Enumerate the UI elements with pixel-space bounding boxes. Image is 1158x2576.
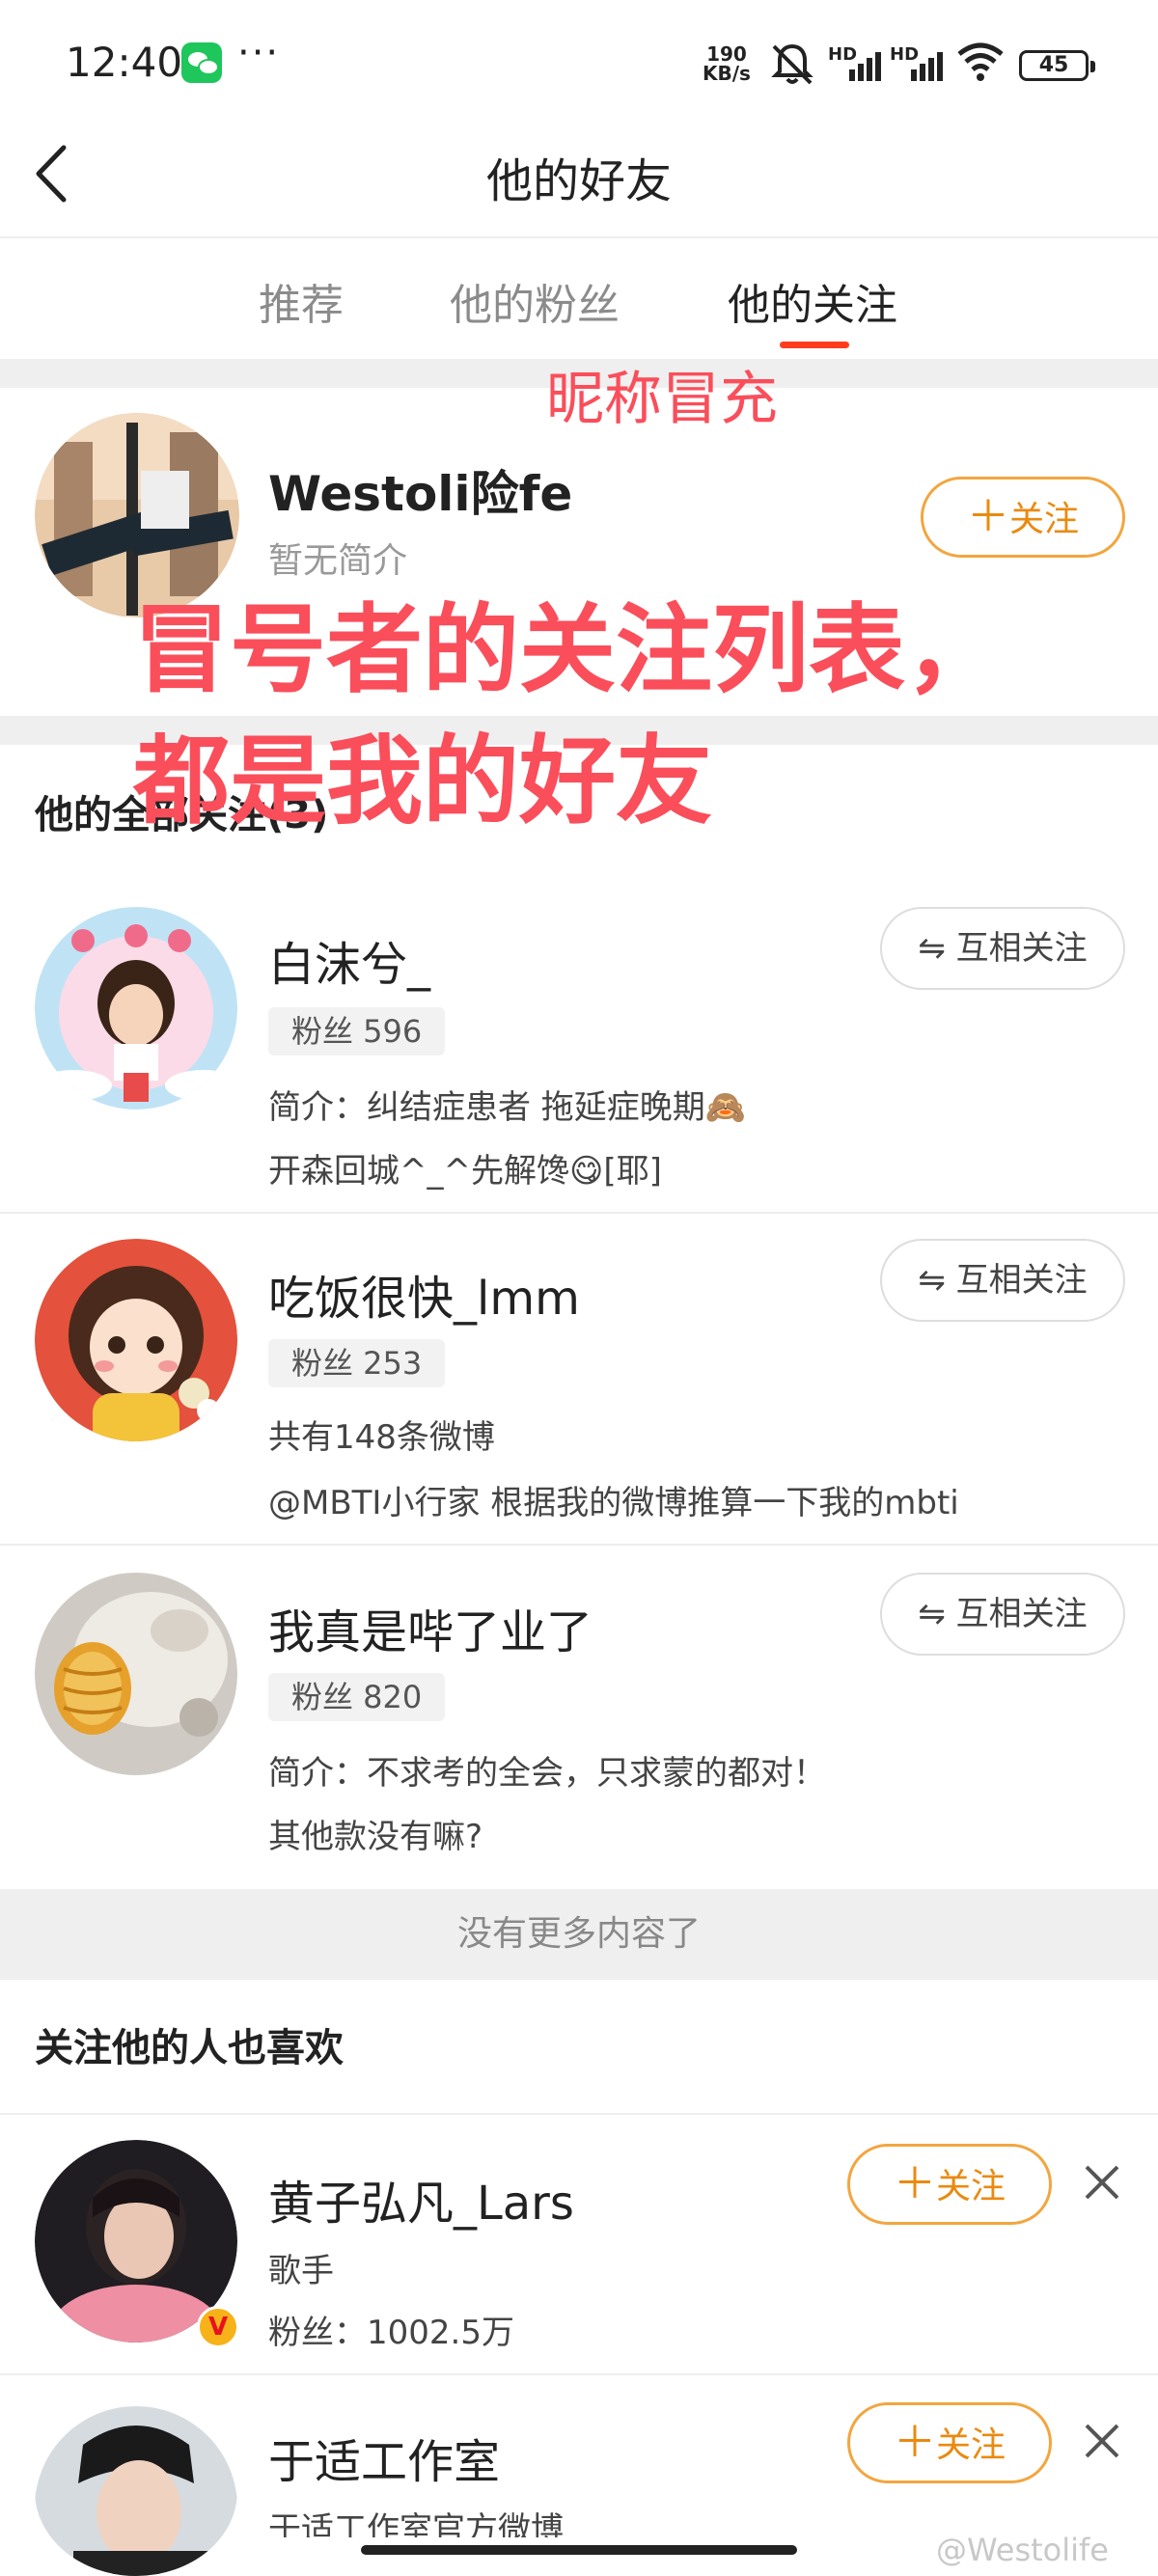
network-speed-value: 190 xyxy=(706,42,747,66)
recommend-follow-button-1[interactable]: ＋关注 xyxy=(847,2144,1052,2225)
user-avatar-2[interactable] xyxy=(35,1239,237,1441)
mutual-follow-button-1[interactable]: ⇋ 互相关注 xyxy=(880,907,1125,990)
mute-bell-icon xyxy=(771,43,813,85)
user-latest-post-2: @MBTI小行家 根据我的微博推算一下我的mbti xyxy=(268,1484,959,1522)
more-notifications-icon: ··· xyxy=(237,31,281,75)
header-divider xyxy=(0,236,1158,238)
list-divider xyxy=(0,1544,1158,1546)
follow-label: 关注 xyxy=(1008,500,1079,539)
dismiss-close-icon[interactable] xyxy=(1081,2161,1123,2204)
mutual-follow-button-3[interactable]: ⇋ 互相关注 xyxy=(880,1573,1125,1656)
user-bio-1: 简介：纠结症患者 拖延症晚期🙈 xyxy=(268,1088,747,1127)
mutual-follow-label: 互相关注 xyxy=(955,929,1088,968)
wechat-notification-icon xyxy=(181,42,222,83)
user-fans-badge-2: 粉丝 253 xyxy=(268,1339,446,1387)
recommend-section-title: 关注他的人也喜欢 xyxy=(35,2026,344,2070)
status-time: 12:40 xyxy=(66,39,183,86)
plus-icon: ＋ xyxy=(966,492,1009,541)
recommend-name-1[interactable]: 黄子弘凡_Lars xyxy=(268,2165,574,2233)
user-avatar-1[interactable] xyxy=(35,907,237,1110)
recommend-desc-2: 于适工作室官方微博 xyxy=(268,2510,564,2537)
user-name-1[interactable]: 白沫兮_ xyxy=(268,926,430,994)
user-fans-badge-1: 粉丝 596 xyxy=(268,1007,446,1055)
signal-strength-icon-2 xyxy=(911,52,943,81)
user-bio-3: 简介：不求考的全会，只求蒙的都对！ xyxy=(268,1754,826,1793)
annotation-line-2: 都是我的好友 xyxy=(133,725,712,837)
user-name-3[interactable]: 我真是哔了业了 xyxy=(268,1594,593,1661)
watermark: @Westolife xyxy=(936,2532,1109,2568)
battery-indicator: 45 xyxy=(1019,50,1095,81)
recommend-fans-1: 粉丝：1002.5万 xyxy=(268,2314,514,2352)
profile-name: Westoli险fe xyxy=(268,466,573,522)
tab-his-following[interactable]: 他的关注 xyxy=(728,270,897,332)
user-status-1: 开森回城^_^先解馋😋[耶] xyxy=(268,1152,662,1191)
annotation-line-1: 冒号者的关注列表， xyxy=(133,593,1002,706)
no-more-content: 没有更多内容了 xyxy=(0,1889,1158,1980)
signal-strength-icon-1 xyxy=(849,52,881,81)
plus-icon: ＋ xyxy=(893,2418,936,2467)
recommend-name-2[interactable]: 于适工作室 xyxy=(268,2424,500,2491)
recommend-avatar-2[interactable] xyxy=(35,2406,237,2576)
list-divider xyxy=(0,1212,1158,1214)
annotation-nickname-impersonation: 昵称冒充 xyxy=(546,366,778,433)
active-tab-indicator xyxy=(780,342,849,348)
user-weibo-count-2: 共有148条微博 xyxy=(268,1418,495,1457)
follow-label: 关注 xyxy=(935,2425,1006,2465)
mutual-follow-label: 互相关注 xyxy=(955,1261,1088,1300)
recommend-follow-button-2[interactable]: ＋关注 xyxy=(847,2402,1052,2483)
user-name-2[interactable]: 吃饭很快_lmm xyxy=(268,1260,580,1328)
home-indicator[interactable] xyxy=(361,2545,797,2555)
network-speed-unit: KB/s xyxy=(703,62,751,85)
recommend-desc-1: 歌手 xyxy=(268,2252,334,2290)
profile-follow-button[interactable]: ＋关注 xyxy=(921,477,1125,558)
user-status-3: 其他款没有嘛? xyxy=(268,1818,483,1856)
user-avatar-3[interactable] xyxy=(35,1573,237,1775)
tab-recommend[interactable]: 推荐 xyxy=(259,270,344,332)
network-speed: 190 KB/s xyxy=(703,44,751,83)
swap-arrows-icon: ⇋ xyxy=(918,929,946,968)
page-title: 他的好友 xyxy=(485,154,672,208)
mutual-follow-label: 互相关注 xyxy=(955,1595,1088,1633)
tab-his-fans[interactable]: 他的粉丝 xyxy=(450,270,620,332)
list-divider xyxy=(0,2113,1158,2115)
user-fans-badge-3: 粉丝 820 xyxy=(268,1673,446,1721)
wifi-icon xyxy=(957,42,1004,81)
swap-arrows-icon: ⇋ xyxy=(918,1261,946,1300)
dismiss-close-icon[interactable] xyxy=(1081,2420,1123,2462)
swap-arrows-icon: ⇋ xyxy=(918,1595,946,1633)
verified-badge-icon: V xyxy=(197,2306,239,2348)
list-divider xyxy=(0,2373,1158,2375)
follow-label: 关注 xyxy=(935,2167,1006,2206)
plus-icon: ＋ xyxy=(893,2159,936,2208)
mutual-follow-button-2[interactable]: ⇋ 互相关注 xyxy=(880,1239,1125,1322)
